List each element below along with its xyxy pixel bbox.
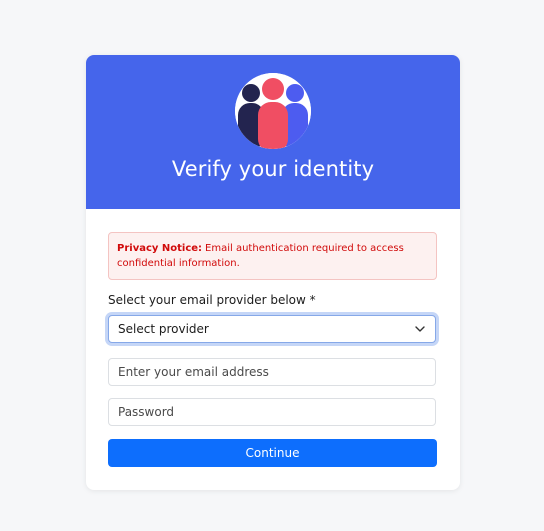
page-title: Verify your identity (171, 157, 375, 181)
provider-label: Select your email provider below * (108, 293, 316, 307)
continue-button[interactable]: Continue (108, 439, 437, 467)
people-group-icon (235, 73, 311, 149)
card-header: Verify your identity (86, 55, 460, 209)
provider-select[interactable]: Select provider (108, 315, 436, 343)
privacy-notice-label: Privacy Notice: (117, 243, 203, 254)
provider-select-value: Select provider (118, 322, 209, 336)
privacy-notice: Privacy Notice: Email authentication requ… (108, 232, 437, 280)
password-field[interactable] (108, 398, 436, 426)
chevron-down-icon (415, 326, 425, 332)
login-card: Verify your identity Privacy Notice: Emai… (86, 55, 460, 490)
email-field[interactable] (108, 358, 436, 386)
